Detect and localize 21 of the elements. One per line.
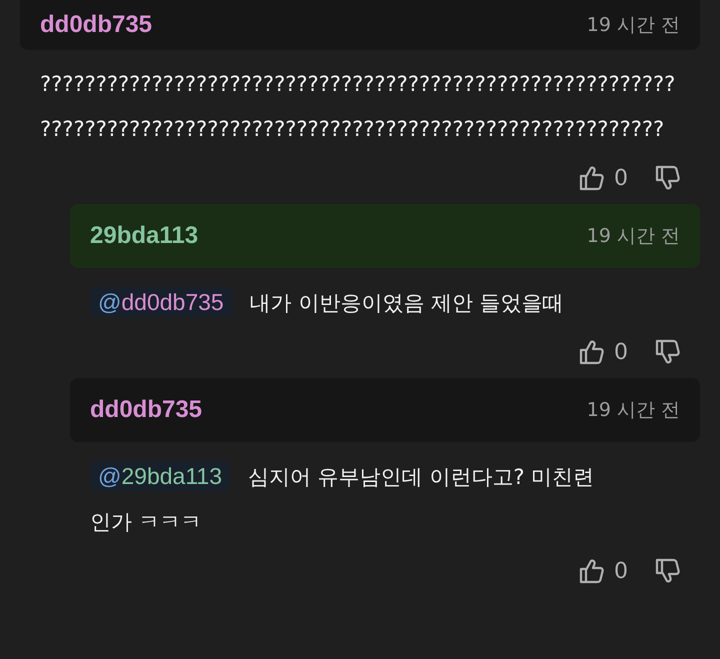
like-icon[interactable] bbox=[578, 557, 604, 585]
username[interactable]: dd0db735 bbox=[40, 11, 152, 39]
dislike-icon[interactable] bbox=[654, 557, 680, 585]
dislike-icon[interactable] bbox=[654, 338, 680, 366]
timestamp: 19 시간 전 bbox=[586, 398, 680, 423]
like-icon[interactable] bbox=[578, 164, 604, 192]
username[interactable]: dd0db735 bbox=[90, 396, 202, 424]
comment-text: ????????????????????????????????????????????????????????????????????????????????????????????????????????????????? bbox=[40, 72, 676, 141]
dislike-icon[interactable] bbox=[654, 164, 680, 192]
username[interactable]: 29bda113 bbox=[90, 222, 198, 250]
comment-text: 내가 이반응이였음 제안 들었을때 bbox=[250, 291, 564, 315]
comment-text: 인가 ㅋㅋㅋ bbox=[90, 509, 203, 536]
mention-tag[interactable]: @dd0db735 bbox=[90, 287, 232, 317]
like-count: 0 bbox=[614, 558, 628, 584]
timestamp: 19 시간 전 bbox=[586, 13, 680, 38]
like-count: 0 bbox=[614, 166, 628, 190]
comment-text: 심지어 유부남인데 이런다고? 미친련 bbox=[248, 465, 594, 489]
like-icon[interactable] bbox=[578, 338, 604, 366]
like-count: 0 bbox=[614, 340, 628, 364]
mention-tag[interactable]: @29bda113 bbox=[90, 461, 230, 491]
timestamp: 19 시간 전 bbox=[586, 224, 680, 249]
